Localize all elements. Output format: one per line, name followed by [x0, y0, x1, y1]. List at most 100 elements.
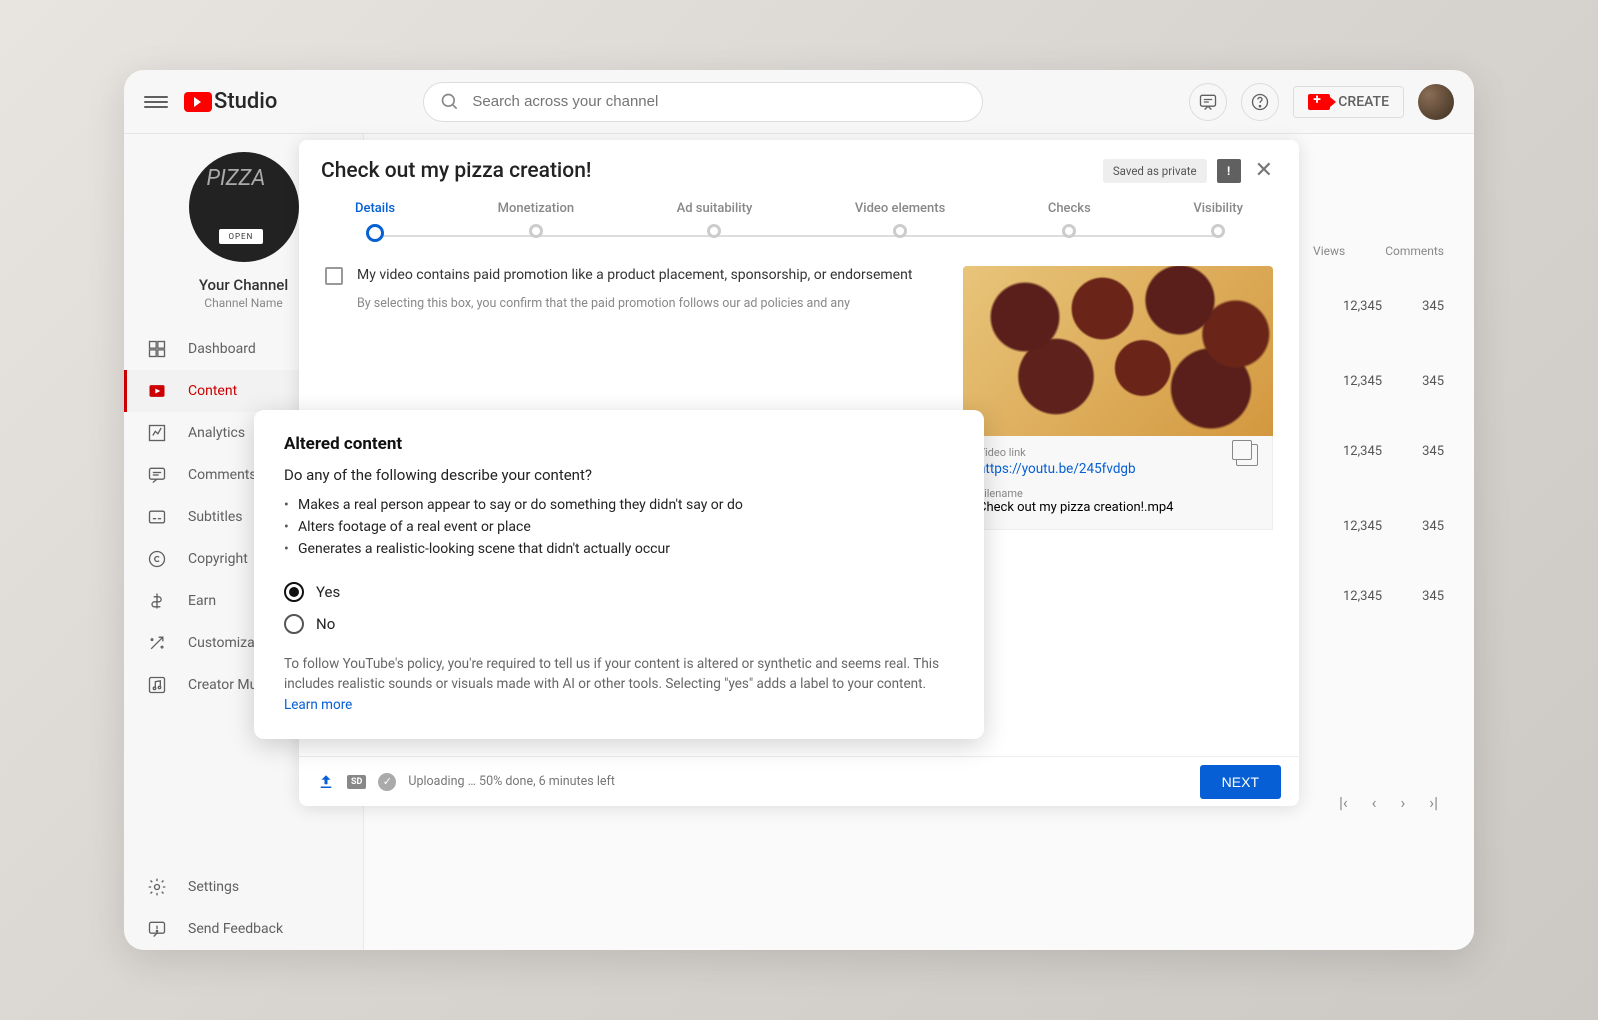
altered-bullet: Generates a realistic-looking scene that… — [298, 538, 954, 560]
pagination: |‹ ‹ › ›| — [1339, 793, 1438, 812]
sidebar-item-label: Content — [188, 383, 237, 399]
content-icon — [146, 380, 168, 402]
radio-label: No — [316, 615, 335, 633]
upload-stepper: Details Monetization Ad suitability Vide… — [299, 201, 1299, 248]
next-button[interactable]: NEXT — [1200, 765, 1281, 799]
paid-promo-subtext: By selecting this box, you confirm that … — [357, 295, 939, 313]
page-first-icon[interactable]: |‹ — [1339, 793, 1348, 812]
sidebar-item-label: Subtitles — [188, 509, 243, 525]
table-row[interactable]: 12,345 345 — [1343, 299, 1444, 314]
search-input[interactable] — [472, 93, 966, 110]
account-avatar[interactable] — [1418, 84, 1454, 120]
altered-radio-yes[interactable]: Yes — [284, 576, 954, 608]
magic-icon — [146, 632, 168, 654]
help-icon[interactable] — [1241, 83, 1279, 121]
sidebar-item-label: Analytics — [188, 425, 245, 441]
sidebar-item-settings[interactable]: Settings — [124, 866, 363, 908]
feedback-square-icon[interactable]: ! — [1217, 159, 1241, 183]
table-row[interactable]: 12,345 345 — [1343, 589, 1444, 604]
copy-link-icon[interactable] — [1236, 444, 1258, 466]
copyright-icon — [146, 548, 168, 570]
page-next-icon[interactable]: › — [1400, 793, 1405, 812]
radio-label: Yes — [316, 583, 340, 601]
upload-footer: SD ✓ Uploading … 50% done, 6 minutes lef… — [299, 756, 1299, 806]
table-row[interactable]: 12,345 345 — [1343, 519, 1444, 534]
channel-title: Your Channel — [199, 276, 288, 294]
channel-subtitle: Channel Name — [204, 296, 282, 310]
nav-footer: Settings Send Feedback — [124, 866, 363, 950]
analytics-icon — [146, 422, 168, 444]
step-monetization[interactable]: Monetization — [498, 201, 574, 242]
music-icon — [146, 674, 168, 696]
sidebar-item-feedback[interactable]: Send Feedback — [124, 908, 363, 950]
sidebar-item-label: Dashboard — [188, 341, 256, 357]
preview-meta: Video link https://youtu.be/245fvdgb Fil… — [963, 436, 1273, 530]
table-row[interactable]: 12,345 345 — [1343, 444, 1444, 459]
search-bar[interactable] — [423, 82, 983, 122]
topbar-right: CREATE — [1189, 83, 1454, 121]
cell-comments: 345 — [1422, 374, 1444, 389]
upload-status: Uploading … 50% done, 6 minutes left — [408, 774, 615, 789]
video-preview-thumb[interactable] — [963, 266, 1273, 436]
logo-text: Studio — [214, 89, 277, 114]
paid-promo-checkbox[interactable] — [325, 267, 343, 285]
sd-badge: SD — [347, 775, 366, 789]
dashboard-icon — [146, 338, 168, 360]
topbar: Studio CREATE — [124, 70, 1474, 134]
cell-views: 12,345 — [1343, 299, 1382, 314]
altered-bullet: Alters footage of a real event or place — [298, 516, 954, 538]
search-icon — [440, 92, 460, 112]
altered-bullet-list: Makes a real person appear to say or do … — [298, 494, 954, 560]
create-button[interactable]: CREATE — [1293, 86, 1404, 118]
video-link-label: Video link — [978, 446, 1258, 459]
page-prev-icon[interactable]: ‹ — [1372, 793, 1377, 812]
feedback-icon — [146, 918, 168, 940]
close-icon[interactable]: ✕ — [1251, 158, 1277, 183]
camera-plus-icon — [1308, 94, 1330, 110]
gear-icon — [146, 876, 168, 898]
cell-comments: 345 — [1422, 444, 1444, 459]
radio-icon — [284, 582, 304, 602]
channel-avatar[interactable] — [189, 152, 299, 262]
cell-comments: 345 — [1422, 519, 1444, 534]
video-link[interactable]: https://youtu.be/245fvdgb — [978, 461, 1258, 477]
col-comments: Comments — [1385, 244, 1444, 258]
live-chat-icon[interactable] — [1189, 83, 1227, 121]
check-circle-icon: ✓ — [378, 773, 396, 791]
learn-more-link[interactable]: Learn more — [284, 697, 352, 713]
step-checks[interactable]: Checks — [1048, 201, 1091, 242]
altered-policy-text: To follow YouTube's policy, you're requi… — [284, 654, 954, 715]
saved-chip: Saved as private — [1103, 159, 1207, 183]
studio-logo[interactable]: Studio — [184, 89, 277, 114]
sidebar-item-label: Settings — [188, 879, 239, 895]
table-row[interactable]: 12,345 345 — [1343, 374, 1444, 389]
cell-views: 12,345 — [1343, 444, 1382, 459]
step-visibility[interactable]: Visibility — [1193, 201, 1243, 242]
paid-promo-row: My video contains paid promotion like a … — [325, 266, 939, 285]
altered-bullet: Makes a real person appear to say or do … — [298, 494, 954, 516]
cell-views: 12,345 — [1343, 589, 1382, 604]
app-window: Studio CREATE Your Channel C — [124, 70, 1474, 950]
page-last-icon[interactable]: ›| — [1429, 793, 1438, 812]
upload-header: Check out my pizza creation! Saved as pr… — [299, 140, 1299, 201]
altered-radio-no[interactable]: No — [284, 608, 954, 640]
step-details[interactable]: Details — [355, 201, 395, 242]
altered-title: Altered content — [284, 434, 954, 454]
step-ad-suitability[interactable]: Ad suitability — [677, 201, 753, 242]
menu-icon[interactable] — [144, 90, 168, 114]
altered-question: Do any of the following describe your co… — [284, 466, 954, 484]
upload-icon — [317, 773, 335, 791]
sidebar-item-label: Comments — [188, 467, 257, 483]
sidebar-item-label: Copyright — [188, 551, 248, 567]
col-views: Views — [1313, 244, 1345, 258]
step-video-elements[interactable]: Video elements — [855, 201, 945, 242]
comments-icon — [146, 464, 168, 486]
cell-comments: 345 — [1422, 299, 1444, 314]
radio-icon — [284, 614, 304, 634]
upload-title: Check out my pizza creation! — [321, 159, 591, 183]
altered-content-popup: Altered content Do any of the following … — [254, 410, 984, 739]
cell-comments: 345 — [1422, 589, 1444, 604]
create-label: CREATE — [1338, 94, 1389, 110]
youtube-icon — [184, 92, 212, 112]
table-header: Views Comments — [1313, 244, 1444, 258]
